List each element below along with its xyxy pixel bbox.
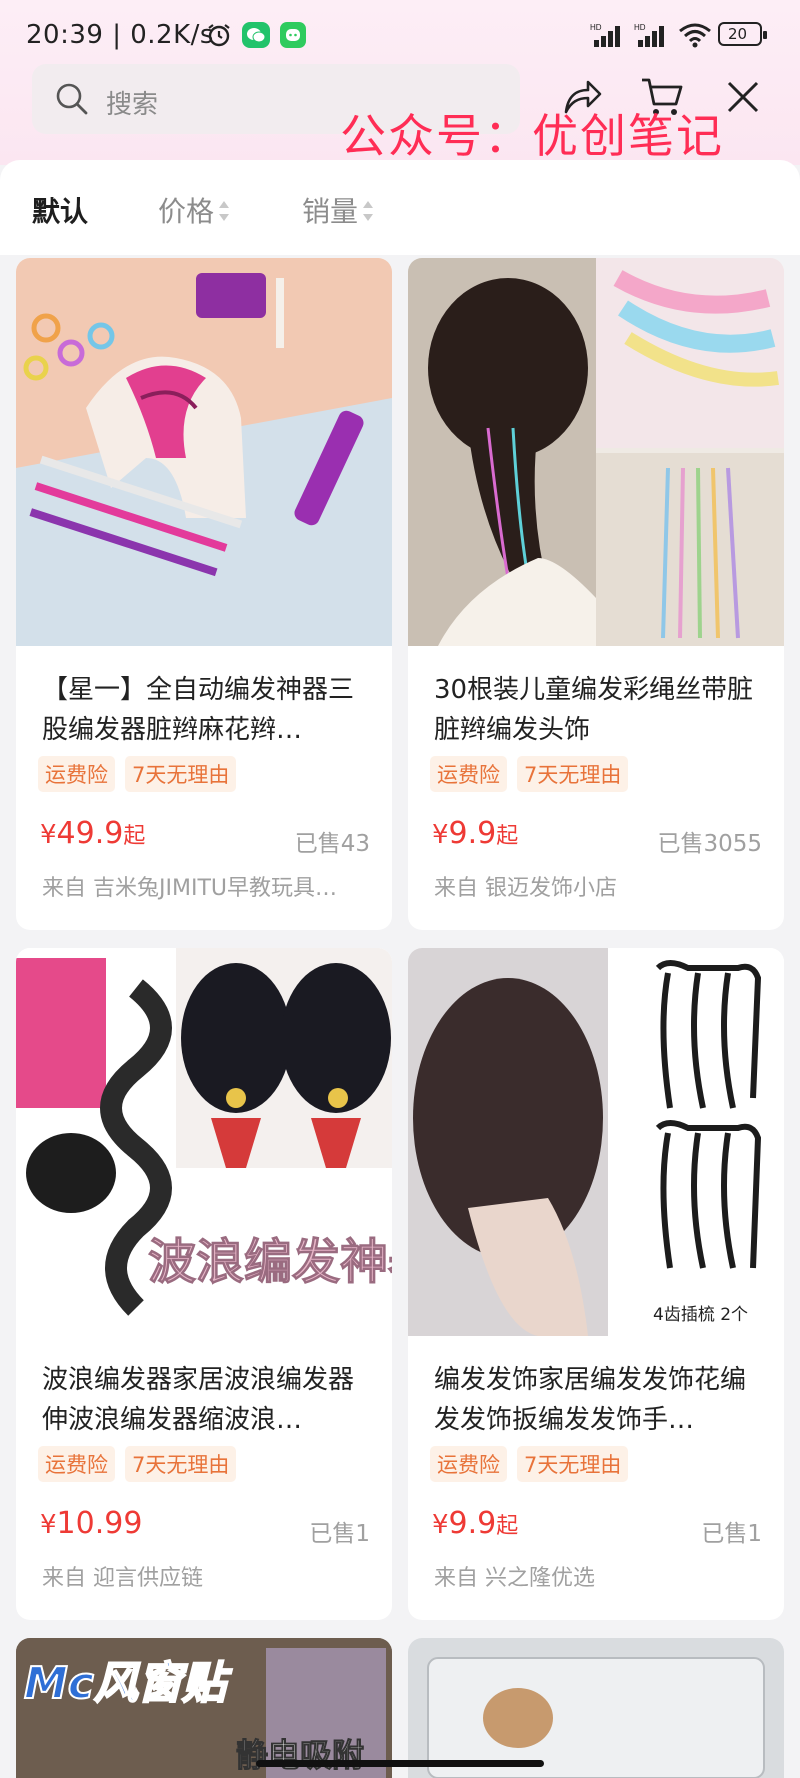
message-icon	[280, 22, 306, 48]
product-price: ¥49.9起	[40, 816, 145, 851]
shop-name[interactable]: 来自 迎言供应链	[42, 1560, 372, 1592]
sold-count: 已售1	[309, 1521, 370, 1547]
price-value: 10.99	[56, 1506, 143, 1541]
image-caption: 静电吸附	[236, 1736, 364, 1774]
product-price: ¥10.99	[40, 1506, 142, 1541]
price-value: 9.9	[448, 816, 497, 851]
image-caption: 4齿插梳 2个	[653, 1305, 748, 1325]
battery-cap	[763, 31, 767, 39]
tag-7day-return: 7天无理由	[125, 756, 237, 792]
tab-sales[interactable]: 销量	[302, 190, 374, 230]
price-symbol: ¥	[40, 820, 57, 850]
sold-count: 已售1	[701, 1521, 762, 1547]
search-placeholder: 搜索	[106, 90, 159, 120]
signal-hd-icon: HD	[634, 23, 664, 47]
product-title[interactable]: 30根装儿童编发彩绳丝带脏脏辫编发头饰	[434, 670, 764, 750]
product-title[interactable]: 【星一】全自动编发神器三股编发器脏辫麻花辫…	[42, 670, 372, 750]
tag-freight-insurance: 运费险	[430, 1446, 507, 1482]
tab-default[interactable]: 默认	[32, 190, 88, 230]
tag-7day-return: 7天无理由	[517, 1446, 629, 1482]
product-image[interactable]: 波浪编发神器	[16, 948, 392, 1336]
tag-freight-insurance: 运费险	[38, 1446, 115, 1482]
price-value: 9.9	[448, 1506, 497, 1541]
product-image[interactable]	[408, 1638, 784, 1778]
product-card[interactable]	[408, 1638, 784, 1778]
svg-text:HD: HD	[590, 23, 602, 32]
service-tags: 运费险 7天无理由	[430, 1446, 638, 1482]
product-card[interactable]: Mc风窗贴 静电吸附	[16, 1638, 392, 1778]
sold-count: 已售3055	[657, 831, 762, 857]
service-tags: 运费险 7天无理由	[430, 756, 638, 792]
image-caption: Mc风窗贴	[24, 1658, 233, 1709]
product-card[interactable]: 波浪编发神器 波浪编发器家居波浪编发器伸波浪编发器缩波浪… 运费险 7天无理由 ¥…	[16, 948, 392, 1620]
tab-default-label: 默认	[32, 195, 89, 228]
tag-freight-insurance: 运费险	[38, 756, 115, 792]
tag-freight-insurance: 运费险	[430, 756, 507, 792]
sort-arrows-icon	[218, 199, 230, 223]
price-suffix: 起	[496, 1514, 519, 1539]
svg-text:HD: HD	[634, 23, 646, 32]
shop-name[interactable]: 来自 吉米兔JIMITU早教玩具…	[42, 870, 372, 902]
alarm-icon	[208, 24, 230, 47]
price-suffix: 起	[496, 824, 519, 849]
product-image[interactable]: 4齿插梳 2个	[408, 948, 784, 1336]
search-icon	[56, 83, 88, 115]
product-card[interactable]: 4齿插梳 2个 编发发饰家居编发发饰花编发发饰扳编发发饰手… 运费险 7天无理由 …	[408, 948, 784, 1620]
price-symbol: ¥	[432, 1510, 449, 1540]
product-price: ¥9.9起	[432, 1506, 518, 1541]
price-symbol: ¥	[40, 1510, 57, 1540]
product-card[interactable]: 【星一】全自动编发神器三股编发器脏辫麻花辫… 运费险 7天无理由 ¥49.9起 已…	[16, 258, 392, 930]
sort-arrows-icon	[362, 199, 374, 223]
price-value: 49.9	[56, 816, 124, 851]
sold-count: 已售43	[294, 831, 370, 857]
product-title[interactable]: 编发发饰家居编发发饰花编发发饰扳编发发饰手…	[434, 1360, 764, 1440]
product-image[interactable]	[16, 258, 392, 646]
tab-sales-label: 销量	[302, 195, 359, 228]
shop-name[interactable]: 来自 兴之隆优选	[434, 1560, 764, 1592]
service-tags: 运费险 7天无理由	[38, 756, 246, 792]
tag-7day-return: 7天无理由	[517, 756, 629, 792]
price-suffix: 起	[123, 824, 146, 849]
product-title[interactable]: 波浪编发器家居波浪编发器伸波浪编发器缩波浪…	[42, 1360, 372, 1440]
status-bar: 20:39 | 0.2K/s HD HD 20	[0, 0, 800, 72]
tab-price-label: 价格	[158, 195, 215, 228]
tab-price[interactable]: 价格	[158, 190, 230, 230]
status-time: 20:39 | 0.2K/s	[26, 20, 214, 50]
close-icon[interactable]	[726, 80, 760, 114]
signal-hd-icon: HD	[590, 23, 620, 47]
battery-icon: 20	[718, 22, 767, 46]
product-price: ¥9.9起	[432, 816, 518, 851]
shop-name[interactable]: 来自 银迈发饰小店	[434, 870, 764, 902]
price-symbol: ¥	[432, 820, 449, 850]
home-indicator[interactable]	[256, 1760, 544, 1767]
watermark-text: 公众号：优创笔记	[340, 109, 724, 163]
service-tags: 运费险 7天无理由	[38, 1446, 246, 1482]
sort-bar: 默认 价格 销量	[0, 160, 800, 255]
tag-7day-return: 7天无理由	[125, 1446, 237, 1482]
product-card[interactable]: 30根装儿童编发彩绳丝带脏脏辫编发头饰 运费险 7天无理由 ¥9.9起 已售305…	[408, 258, 784, 930]
image-caption: 波浪编发神器	[148, 1234, 392, 1290]
wechat-icon	[242, 22, 270, 48]
wifi-icon	[679, 23, 711, 48]
battery-level: 20	[728, 25, 748, 43]
product-image[interactable]: Mc风窗贴 静电吸附	[16, 1638, 392, 1778]
product-image[interactable]	[408, 258, 784, 646]
